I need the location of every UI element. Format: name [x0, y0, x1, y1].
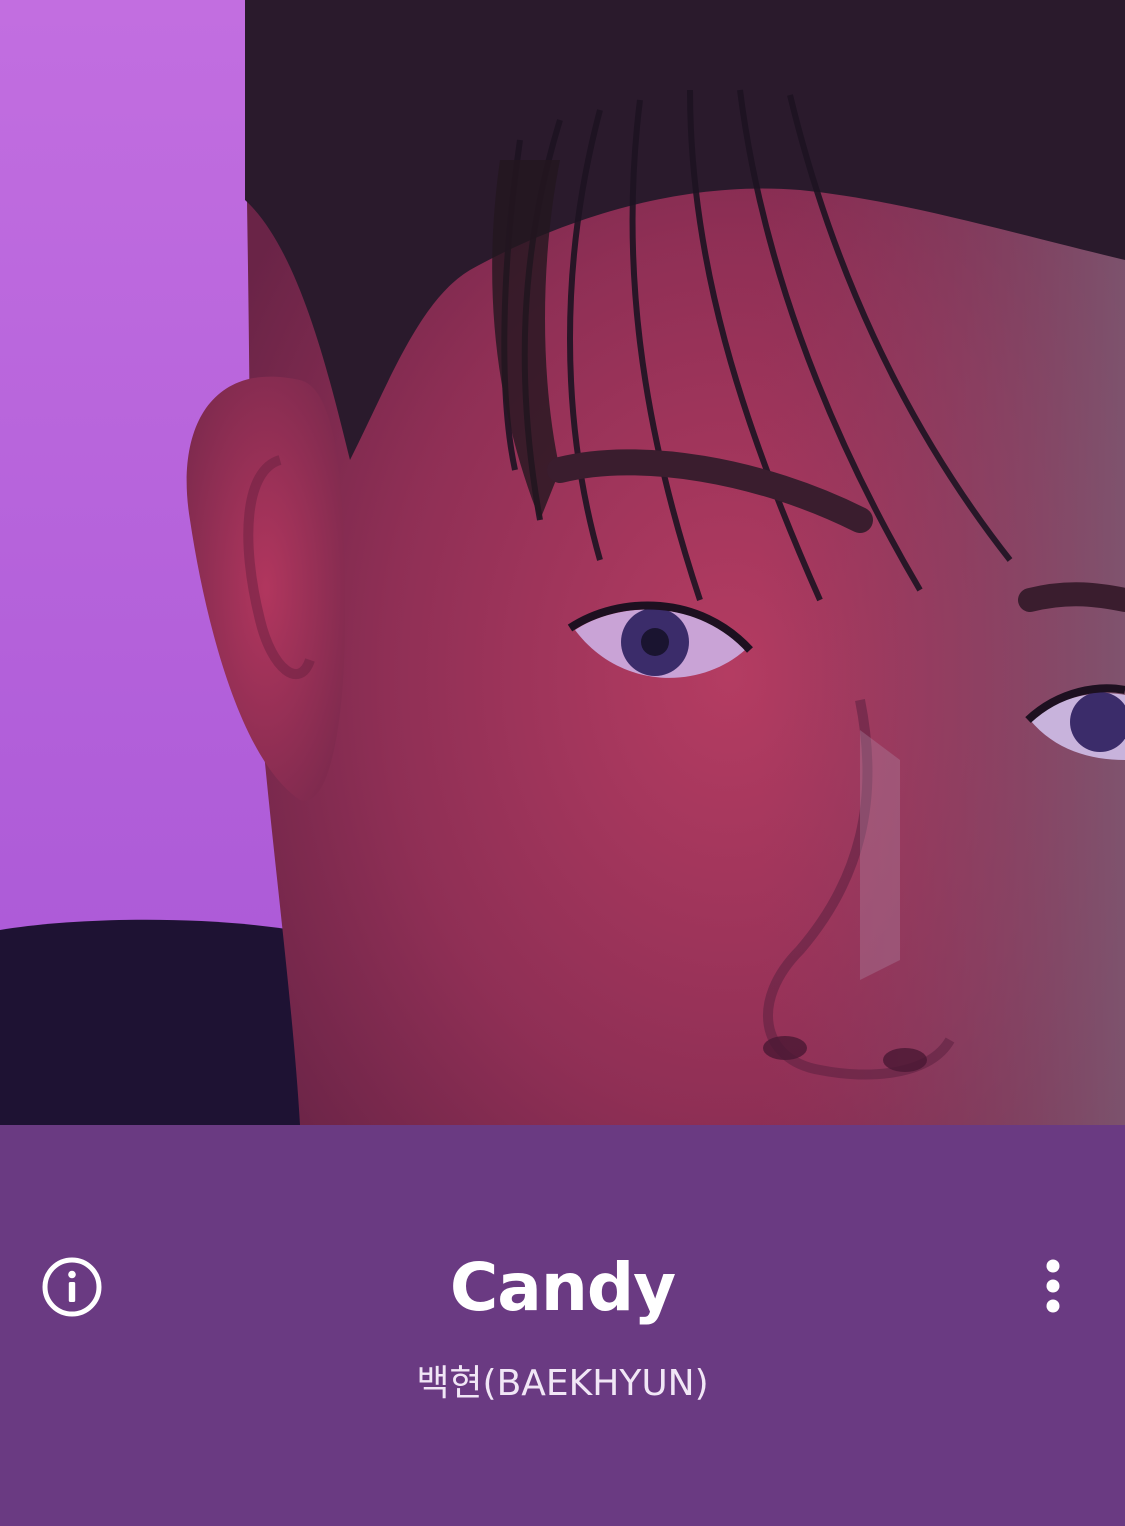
now-playing-screen: Candy 백현(BAEKHYUN): [0, 0, 1125, 1526]
more-vertical-icon: [1046, 1259, 1060, 1313]
song-title: Candy: [449, 1249, 676, 1326]
artist-name[interactable]: 백현(BAEKHYUN): [0, 1358, 1125, 1410]
album-art[interactable]: [0, 0, 1125, 1125]
more-options-button[interactable]: [1036, 1256, 1070, 1318]
